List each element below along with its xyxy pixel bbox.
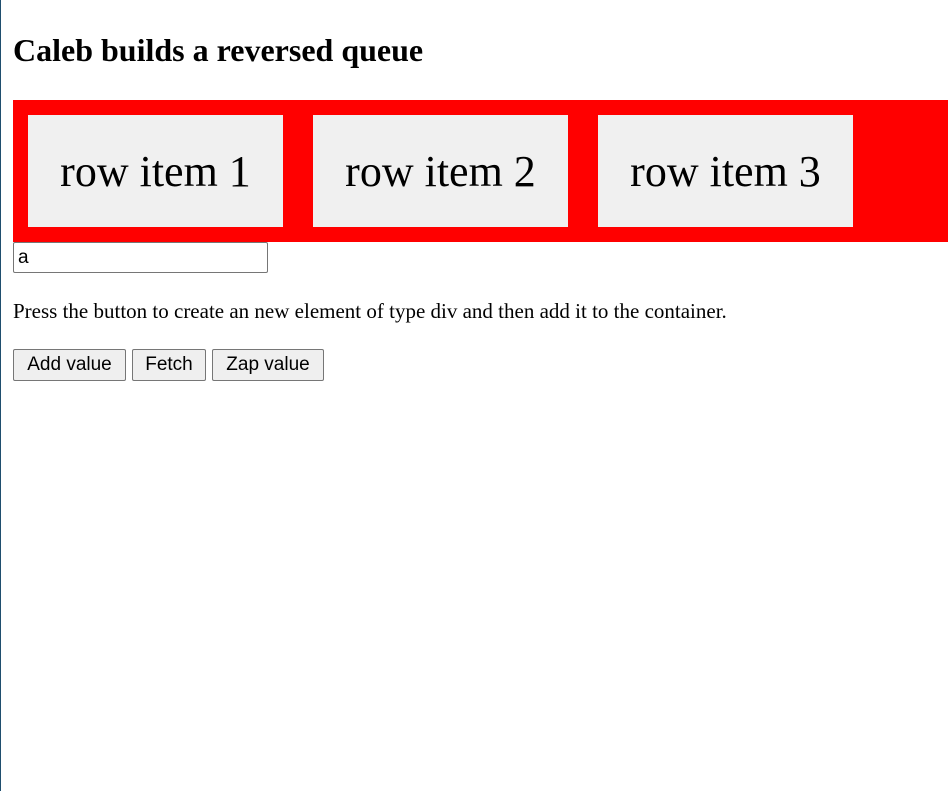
value-input[interactable] [13, 242, 268, 273]
row-item: row item 2 [313, 115, 568, 227]
row-item: row item 3 [598, 115, 853, 227]
zap-value-button[interactable]: Zap value [212, 349, 324, 381]
fetch-button[interactable]: Fetch [132, 349, 206, 381]
page-title: Caleb builds a reversed queue [13, 32, 424, 68]
button-row: Add value Fetch Zap value [13, 349, 324, 381]
window-left-border [0, 0, 1, 791]
row-container: row item 1 row item 2 row item 3 [13, 100, 948, 242]
instructions-text: Press the button to create an new elemen… [13, 299, 727, 323]
add-value-button[interactable]: Add value [13, 349, 126, 381]
row-item: row item 1 [28, 115, 283, 227]
